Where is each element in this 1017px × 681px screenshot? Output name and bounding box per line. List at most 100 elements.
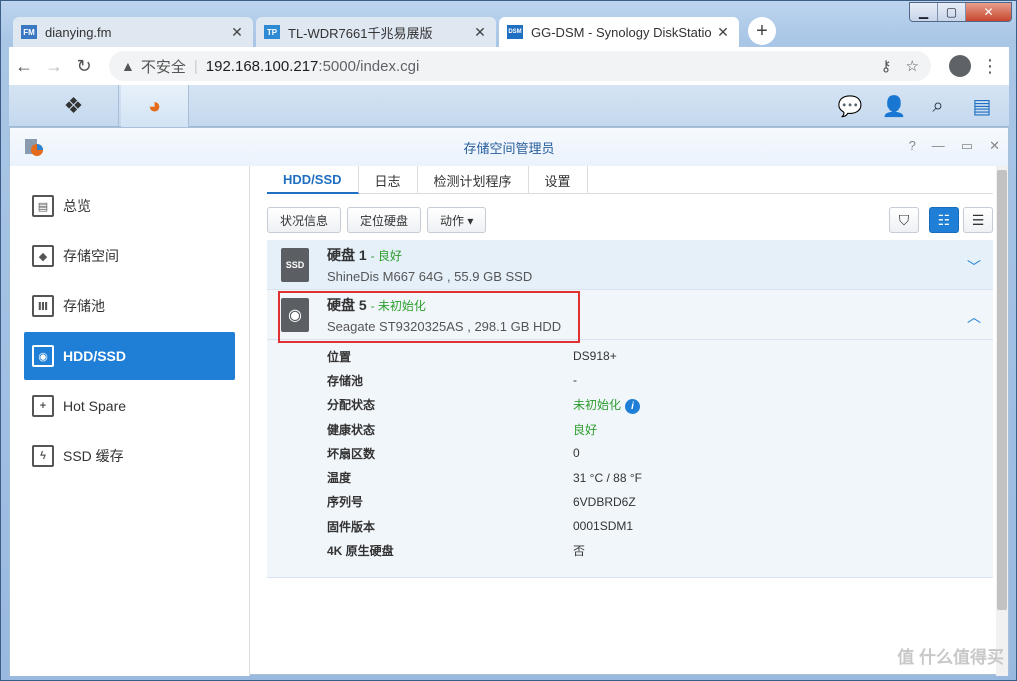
forward-icon[interactable]: → [39, 56, 69, 77]
tab-favicon: FM [21, 25, 37, 39]
minimize-icon[interactable]: — [932, 138, 945, 154]
browser-tab-1[interactable]: FM dianying.fm ✕ [13, 17, 253, 47]
info-icon[interactable]: i [625, 398, 641, 414]
sidebar-item-storage-pool[interactable]: Ⅲ 存储池 [24, 282, 235, 330]
detail-row: 固件版本 0001SDM1 [327, 519, 634, 534]
close-window-button[interactable]: ✕ [966, 3, 1011, 21]
star-icon[interactable]: ☆ [906, 57, 919, 75]
sidebar-item-label: 存储池 [63, 298, 105, 314]
detail-view-icon[interactable]: ☷ [929, 207, 959, 233]
tab-label: dianying.fm [45, 24, 112, 40]
sidebar-item-label: HDD/SSD [63, 348, 127, 364]
close-icon[interactable]: ✕ [229, 24, 245, 41]
tab-log[interactable]: 日志 [359, 166, 418, 194]
main-menu-button[interactable]: ❖ [29, 85, 119, 127]
storage-manager-window: 存储空间管理员 ? — ▭ ✕ ▤ 总览 ◆ 存储空间 Ⅲ 存储池 ◉ HDD/… [9, 127, 1009, 676]
chevron-down-icon[interactable]: ﹀ [967, 257, 981, 277]
app-titlebar: 存储空间管理员 ? — ▭ ✕ [10, 128, 1008, 166]
dsm-tray: 💬 👤 ⌕ ▤ [837, 93, 995, 119]
content-tabs: HDD/SSD 日志 检测计划程序 设置 [267, 166, 993, 194]
main-content: HDD/SSD 日志 检测计划程序 设置 状况信息 定位硬盘 动作 ▾ ⛉ ☷ … [267, 166, 993, 676]
detail-row: 坏扇区数 0 [327, 446, 580, 461]
sidebar-item-ssd-cache[interactable]: ϟ SSD 缓存 [24, 432, 235, 480]
sidebar-item-label: Hot Spare [63, 398, 127, 414]
minimize-button[interactable]: ▁ [910, 3, 938, 21]
profile-icon[interactable] [949, 55, 971, 77]
highlight-box [278, 291, 580, 343]
maximize-button[interactable]: ▢ [938, 3, 966, 21]
hot-spare-icon: + [32, 395, 54, 417]
tab-favicon: DSM [507, 25, 523, 39]
notification-icon[interactable]: 💬 [837, 93, 863, 119]
tab-label: GG-DSM - Synology DiskStatio [531, 24, 712, 40]
detail-row: 分配状态 未初始化 i [267, 393, 993, 417]
watermark: 值 什么值得买 [897, 648, 1004, 667]
health-info-button[interactable]: 状况信息 [267, 207, 342, 233]
separator: | [193, 57, 198, 75]
window-controls: ▁ ▢ ✕ [909, 2, 1012, 22]
close-icon[interactable]: ✕ [472, 24, 488, 41]
list-view-icon[interactable]: ☰ [963, 207, 993, 233]
sidebar-item-label: SSD 缓存 [63, 448, 124, 464]
app-window-controls: ? — ▭ ✕ [909, 138, 1000, 154]
sidebar-item-hot-spare[interactable]: + Hot Spare [24, 382, 235, 430]
warning-icon: ▲ [121, 58, 135, 74]
ssd-cache-icon: ϟ [32, 445, 54, 467]
address-bar: ← → ↻ ▲ 不安全 | 192.168.100.217:5000/index… [9, 47, 1009, 85]
sidebar-item-overview[interactable]: ▤ 总览 [24, 182, 235, 230]
grid-icon: ❖ [63, 93, 84, 118]
toolbar: 状况信息 定位硬盘 动作 ▾ ⛉ ☷ ☰ [267, 194, 993, 240]
scrollbar-thumb[interactable] [997, 170, 1007, 610]
disk-title: 硬盘 1 - 良好 [327, 247, 402, 263]
tab-favicon: TP [264, 25, 280, 39]
view-controls: ⛉ ☷ ☰ [889, 207, 993, 233]
overview-icon: ▤ [32, 195, 54, 217]
detail-row: 4K 原生硬盘否 [327, 544, 586, 559]
app-title: 存储空间管理员 [463, 140, 555, 156]
detail-row: 健康状态 良好 [327, 422, 598, 437]
hdd-icon: ◉ [32, 345, 54, 367]
browser-tab-2[interactable]: TP TL-WDR7661千兆易展版 ✕ [256, 17, 496, 47]
locate-disk-button[interactable]: 定位硬盘 [347, 207, 422, 233]
tab-strip: FM dianying.fm ✕ TP TL-WDR7661千兆易展版 ✕ DS… [13, 15, 776, 47]
new-tab-button[interactable]: + [748, 17, 776, 45]
action-button[interactable]: 动作 ▾ [427, 207, 487, 233]
security-label: 不安全 [140, 58, 186, 76]
chevron-up-icon[interactable]: ︿ [967, 307, 981, 327]
tab-test-schedule[interactable]: 检测计划程序 [418, 166, 529, 194]
disk-description: ShineDis M667 64G , 55.9 GB SSD [327, 269, 533, 284]
taskbar-storage-manager[interactable]: ◕ [121, 85, 189, 127]
close-icon[interactable]: ✕ [989, 138, 1000, 154]
sidebar-item-volume[interactable]: ◆ 存储空间 [24, 232, 235, 280]
disk-details: 位置 DS918+ 存储池 - 分配状态 未初始化 i 健康状态 良好 坏扇区数 0 温度 3… [267, 340, 993, 578]
tab-hdd-ssd[interactable]: HDD/SSD [267, 166, 359, 194]
detail-row: 序列号 6VDBRD6Z [327, 494, 636, 510]
maximize-icon[interactable]: ▭ [961, 138, 973, 154]
detail-row: 温度 31 °C / 88 °F [327, 470, 642, 486]
sidebar-item-label: 总览 [63, 198, 91, 214]
detail-row: 位置 DS918+ [327, 349, 617, 364]
sidebar-item-label: 存储空间 [63, 248, 119, 264]
key-icon[interactable]: ⚷ [881, 57, 892, 75]
url-field[interactable]: ▲ 不安全 | 192.168.100.217:5000/index.cgi ⚷… [109, 51, 931, 81]
help-icon[interactable]: ? [909, 138, 916, 154]
filter-icon[interactable]: ⛉ [889, 207, 919, 233]
disk-row-1[interactable]: SSD 硬盘 1 - 良好 ShineDis M667 64G , 55.9 G… [267, 240, 993, 290]
menu-icon[interactable]: ⋮ [981, 56, 999, 77]
sidebar-item-hdd-ssd[interactable]: ◉ HDD/SSD [24, 332, 235, 380]
url-text: 192.168.100.217:5000/index.cgi [205, 57, 420, 75]
detail-row: 存储池 - [327, 373, 577, 388]
search-icon[interactable]: ⌕ [925, 93, 951, 119]
disk-row-5[interactable]: ◉ 硬盘 5 - 未初始化 Seagate ST9320325AS , 298.… [267, 290, 993, 343]
volume-icon: ◆ [32, 245, 54, 267]
scrollbar[interactable] [996, 166, 1008, 676]
storage-manager-icon [25, 139, 43, 156]
browser-tab-3[interactable]: DSM GG-DSM - Synology DiskStatio ✕ [499, 17, 739, 47]
reload-icon[interactable]: ↻ [69, 56, 99, 77]
back-icon[interactable]: ← [9, 56, 39, 77]
widgets-icon[interactable]: ▤ [969, 93, 995, 119]
close-icon[interactable]: ✕ [715, 24, 731, 41]
tab-settings[interactable]: 设置 [529, 166, 588, 194]
tab-label: TL-WDR7661千兆易展版 [288, 25, 433, 41]
user-icon[interactable]: 👤 [881, 93, 907, 119]
